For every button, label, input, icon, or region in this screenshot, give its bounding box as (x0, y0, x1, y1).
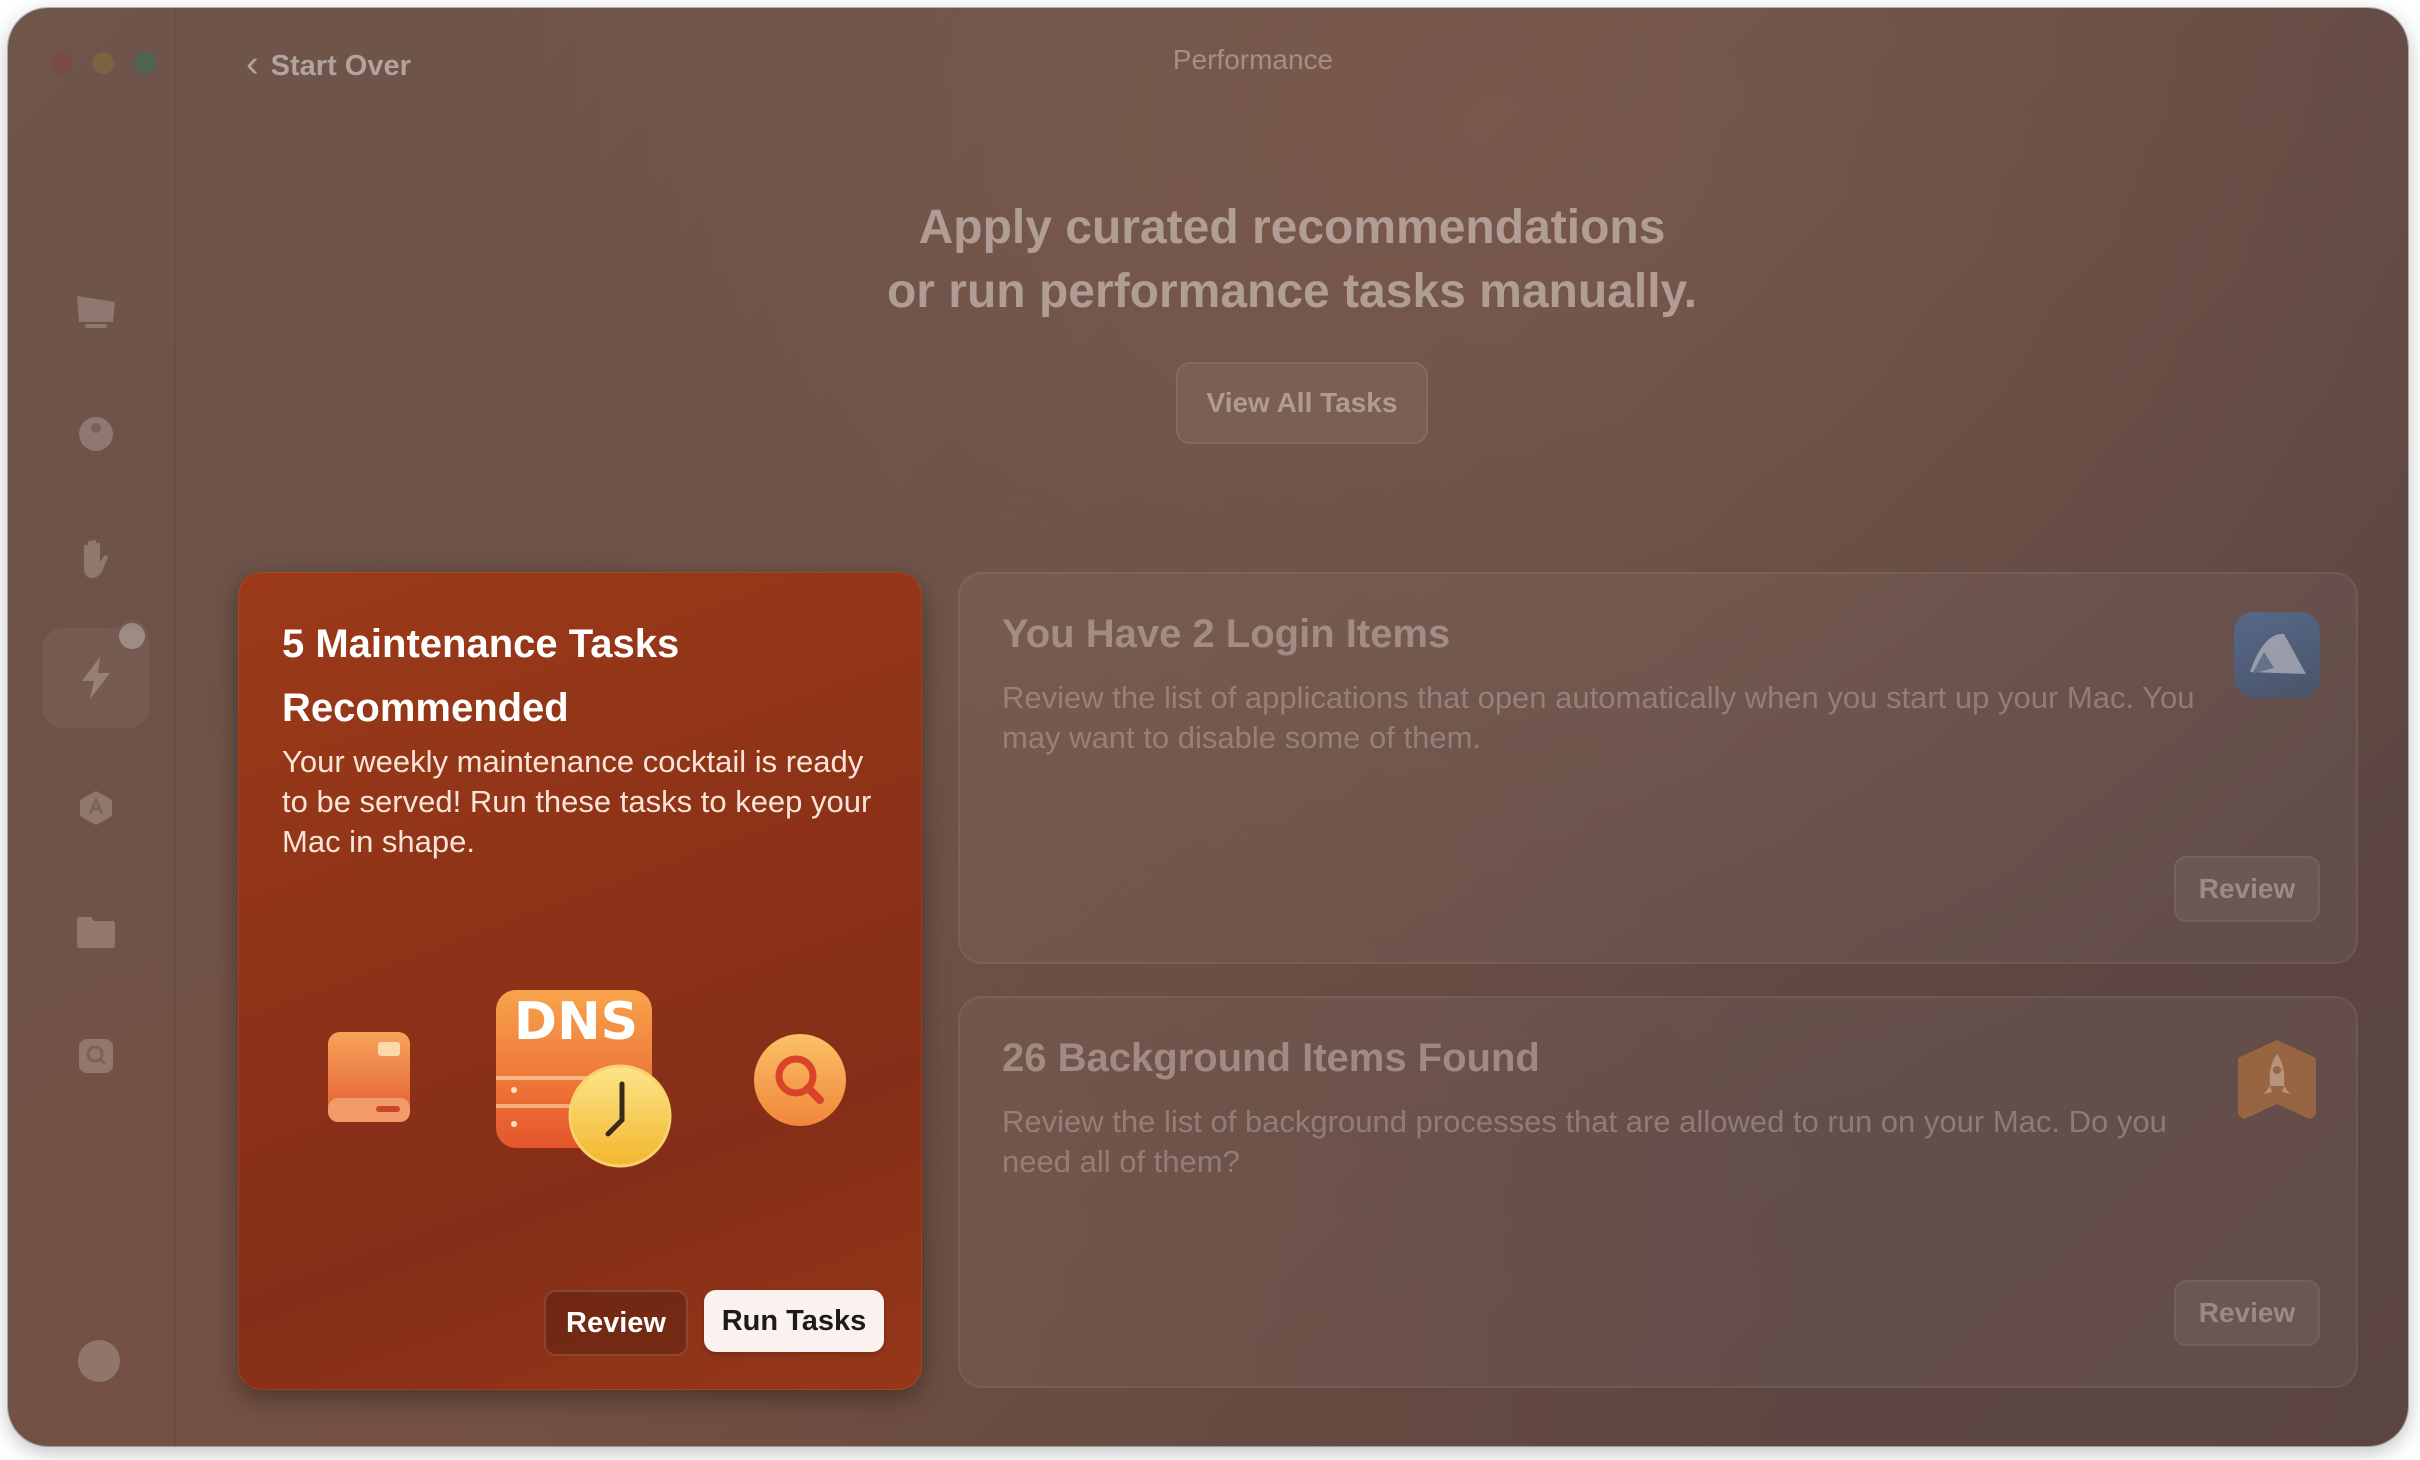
sidebar-item-space-lens[interactable] (64, 1024, 128, 1088)
sidebar-item-protection[interactable] (64, 402, 128, 466)
lightning-icon (82, 657, 110, 699)
maintenance-card: 5 Maintenance Tasks Recommended Your wee… (238, 572, 922, 1390)
review-button[interactable]: Review (544, 1290, 688, 1356)
shield-icon (79, 417, 113, 451)
maintenance-card-description: Your weekly maintenance cocktail is read… (282, 744, 872, 859)
window-title: Performance (1172, 44, 1334, 75)
login-items-icon (2234, 612, 2320, 698)
sidebar-item-privacy[interactable] (64, 526, 128, 590)
apps-icon (80, 791, 112, 825)
background-items-review-button[interactable]: Review (2174, 1280, 2320, 1346)
login-items-description: Review the list of applications that ope… (1002, 680, 2195, 755)
background-items-description: Review the list of background processes … (1002, 1104, 2167, 1179)
view-all-tasks-button[interactable]: View All Tasks (1176, 362, 1428, 444)
login-items-card: You Have 2 Login Items Review the list o… (958, 572, 2358, 964)
login-items-title: You Have 2 Login Items (1002, 612, 1451, 656)
sidebar-item-applications[interactable] (64, 776, 128, 840)
page-headline: Apply curated recommendations or run per… (176, 196, 2408, 324)
background-items-card: 26 Background Items Found Review the lis… (958, 996, 2358, 1388)
headline-line-2: or run performance tasks manually. (886, 265, 1698, 318)
run-tasks-button[interactable]: Run Tasks (704, 1290, 884, 1352)
login-items-review-button[interactable]: Review (2174, 856, 2320, 922)
notification-dot (116, 620, 148, 652)
background-items-title: 26 Background Items Found (1002, 1036, 1540, 1080)
app-window: ‹ Start Over Performance Apply curated r… (8, 8, 2408, 1446)
dns-label: DNS (513, 992, 639, 1052)
magnifier-icon (754, 1034, 846, 1126)
rocket-icon (2238, 1040, 2316, 1122)
sidebar-item-files[interactable] (64, 900, 128, 964)
disk-search-icon (79, 1039, 113, 1073)
headline-line-1: Apply curated recommendations (918, 201, 1666, 254)
monitor-icon (77, 296, 115, 328)
folder-icon (77, 917, 115, 948)
hard-drive-icon (328, 1032, 410, 1122)
hand-icon (84, 539, 108, 578)
maintenance-card-title: 5 Maintenance Tasks Recommended (282, 622, 680, 730)
assistant-icon[interactable] (78, 1340, 120, 1382)
sidebar-item-dashboard[interactable] (64, 280, 128, 344)
